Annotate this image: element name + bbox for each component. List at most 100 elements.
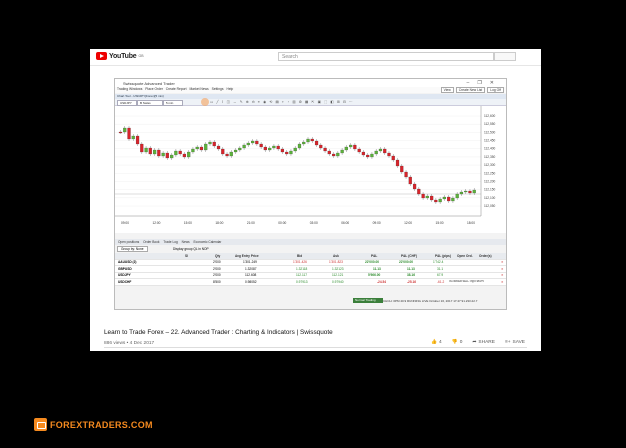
menu-place-order[interactable]: Place Order [145, 87, 163, 91]
candle [140, 143, 144, 153]
row-pips: 67.9 [437, 273, 444, 277]
menu-create-report[interactable]: Create Report [166, 87, 187, 91]
share-button[interactable]: ➦ SHARE [472, 340, 495, 345]
row-orders[interactable]: IN-ORDER SELL: 8@0.98175 [449, 280, 484, 283]
candle [404, 171, 408, 178]
tab-economic-calendar[interactable]: Economic Calendar [194, 240, 222, 244]
time-tick-label: 21:00 [247, 221, 255, 225]
row-pl-chf: 38.16 [407, 273, 415, 277]
candle [310, 138, 314, 142]
header-avg-entry[interactable]: Avg Entry Price [235, 254, 259, 258]
share-icon: ➦ [472, 340, 477, 345]
drawing-tools[interactable]: ▭ ╱ ⌇ ◫ ↔ ✎ ⊕ ⊖ ≡ ◉ ⟲ ▤ ⌖ ◔ ▥ ⚙ ▦ ⇱ ▣ ⬚ … [210, 100, 354, 104]
candlestick-chart[interactable]: 112,600 112,550 112,500 112,450 112,400 112,3… [115, 106, 506, 233]
video-title[interactable]: Learn to Trade Forex – 22. Advanced Trad… [104, 329, 333, 336]
candle [459, 191, 464, 195]
candle [212, 141, 216, 147]
row-pl-chf: -25.16 [407, 279, 417, 284]
close-position-icon[interactable]: ✕ [501, 267, 504, 271]
candle [421, 193, 425, 199]
header-pl[interactable]: P&L [371, 254, 377, 258]
video-actions: 👍 4 👎 0 ➦ SHARE ≡+ SAVE [431, 340, 525, 345]
dislike-button[interactable]: 👎 0 [452, 340, 463, 345]
like-button[interactable]: 👍 4 [431, 340, 442, 345]
create-new-list-button[interactable]: Create New List [455, 87, 486, 93]
row-ask: 1'301.823 [329, 260, 343, 264]
header-pl-pips[interactable]: P&L (pips) [435, 254, 451, 258]
candle [430, 195, 434, 201]
divider [104, 347, 527, 348]
row-pips: 31.1 [437, 266, 444, 271]
row-ask: 112.121 [332, 273, 344, 277]
candle [242, 144, 246, 149]
menu-trading-windows[interactable]: Trading Windows [117, 87, 142, 91]
header-qty[interactable]: Qty [215, 254, 220, 258]
header-sl[interactable]: Sl [185, 254, 188, 258]
candle [131, 135, 135, 140]
search-input[interactable]: Search [278, 52, 494, 61]
log-off-button[interactable]: Log Off [487, 87, 504, 93]
positions-table: Sl Qty Avg Entry Price Bid Ask P&L P&L (… [115, 253, 506, 286]
header-orders[interactable]: Order(s) [479, 254, 492, 258]
candle [165, 152, 169, 159]
price-tick-label: 112,500 [484, 130, 496, 134]
thumbs-down-icon: 👎 [451, 340, 458, 345]
save-button[interactable]: ≡+ SAVE [505, 340, 525, 345]
thumbs-up-icon: 👍 [431, 340, 438, 345]
candle [280, 148, 285, 153]
candle [336, 152, 340, 157]
price-tick-label: 112,200 [484, 179, 496, 183]
row-ask: 0.97940 [332, 279, 344, 284]
tab-open-positions[interactable]: Open positions [118, 240, 139, 244]
time-tick-label: 18:00 [215, 221, 223, 225]
header-pl-chf[interactable]: P&L (CHF) [401, 254, 417, 258]
candle [272, 145, 276, 149]
candle [276, 145, 280, 150]
close-position-icon[interactable]: ✕ [501, 260, 504, 264]
row-pl-chf: 11.13 [407, 266, 415, 271]
candle [447, 196, 451, 202]
group-by-select[interactable]: Group by: None [117, 246, 148, 252]
header-bid[interactable]: Bid [297, 254, 302, 258]
table-row[interactable]: USDCHF 8'500 0.98052 0.97913 0.97940 -24… [115, 279, 506, 286]
close-position-icon[interactable]: ✕ [501, 280, 504, 284]
candle [178, 150, 182, 155]
row-pl: 22'000.00 [365, 260, 380, 264]
candle [246, 142, 250, 146]
price-tick-label: 112,550 [484, 122, 496, 126]
candle [472, 189, 476, 194]
search-button[interactable] [494, 52, 516, 61]
header-open-orders[interactable]: Open Ord. [457, 254, 473, 258]
video-meta: 886 views • 4 Dec 2017 [104, 341, 155, 346]
view-button[interactable]: View [440, 87, 454, 93]
tab-news[interactable]: News [182, 240, 190, 244]
window-controls[interactable]: –❐✕ [467, 80, 502, 86]
close-position-icon[interactable]: ✕ [501, 273, 504, 277]
youtube-logo[interactable]: YouTube GB [96, 52, 144, 60]
app-menu-bar: Trading Windows Place Order Create Repor… [115, 87, 506, 93]
candle [408, 176, 412, 185]
candle [161, 152, 165, 157]
forextraders-brand: FOREXTRADERS.COM [34, 418, 153, 431]
candle [238, 147, 242, 151]
candle [344, 146, 348, 151]
like-count: 4 [439, 340, 442, 345]
candle [323, 147, 327, 152]
candle [361, 151, 366, 156]
row-ask: 1.32123 [332, 266, 344, 271]
display-group-checkbox[interactable]: Display group QL in NOP [173, 247, 209, 251]
header-ask[interactable]: Ask [333, 254, 339, 258]
candle [233, 149, 238, 153]
menu-settings[interactable]: Settings [212, 87, 224, 91]
tab-trade-log[interactable]: Trade Log [163, 240, 177, 244]
tab-order-book[interactable]: Order Book [143, 240, 159, 244]
candle [464, 190, 468, 193]
youtube-player-page: YouTube GB Search Swissquote Advanced Tr… [90, 49, 541, 351]
menu-market-news[interactable]: Market News [189, 87, 208, 91]
candle [353, 144, 357, 150]
candle [289, 150, 293, 155]
menu-help[interactable]: Help [226, 87, 233, 91]
positions-filter: Group by: None Display group QL in NOP [115, 246, 506, 252]
candle [357, 148, 361, 153]
row-avg: 1'301.249 [243, 260, 257, 264]
